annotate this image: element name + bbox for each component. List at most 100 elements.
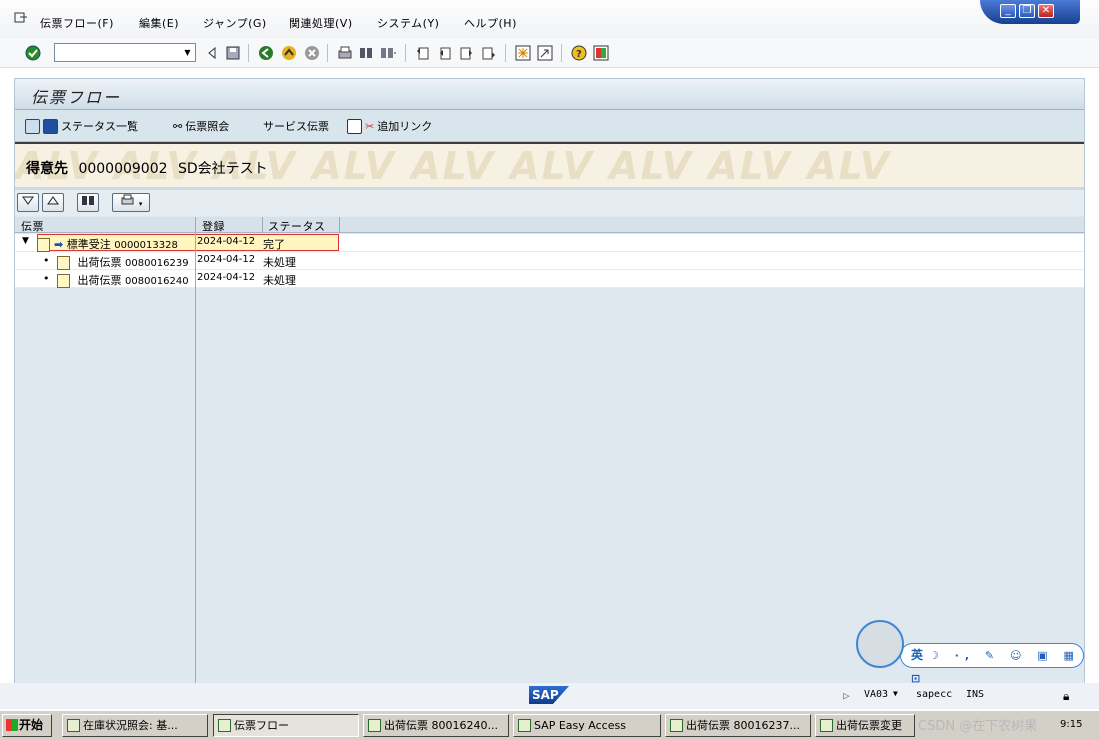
status-overview-button[interactable]: ステータス一覧 xyxy=(25,118,138,134)
help-icon[interactable]: ? xyxy=(571,45,587,61)
document-cell: 出荷伝票 0080016240 xyxy=(57,272,189,288)
additional-links-button[interactable]: ✂ 追加リンク xyxy=(347,118,432,134)
create-session-icon[interactable] xyxy=(515,45,531,61)
status-cell: 未処理 xyxy=(263,256,296,269)
status-bar: SAP ▷ VA03 ▼ sapecc INS 🔒︎ xyxy=(0,683,1099,709)
glasses-icon: ⚯ xyxy=(173,119,183,133)
csdn-watermark: CSDN @在下农树果 xyxy=(918,719,1038,734)
column-status[interactable]: ステータス xyxy=(268,218,326,234)
tree-row-delivery[interactable]: • 出荷伝票 0080016240 2024-04-12 未処理 xyxy=(15,270,1084,288)
tree-row-sales-order[interactable]: ▼ ➡ 標準受注 0000013328 2024-04-12 完了 xyxy=(15,234,1084,252)
ime-language[interactable]: 英 xyxy=(911,648,929,662)
ime-widget[interactable]: 英☽ ·, ✎ ☺ ▣ ▦ ⊡ xyxy=(856,620,1084,685)
chevron-down-icon[interactable]: ▼ xyxy=(180,44,195,61)
arrow-right-icon: ➡ xyxy=(54,238,64,251)
menu-jump[interactable]: ジャンプ(G) xyxy=(203,15,267,31)
back-icon[interactable] xyxy=(258,45,274,61)
taskbar-item[interactable]: 出荷伝票 80016237... xyxy=(665,714,811,737)
column-document[interactable]: 伝票 xyxy=(21,218,44,234)
last-page-icon[interactable] xyxy=(481,45,497,61)
application-toolbar: ステータス一覧 ⚯ 伝票照会 サービス伝票 ✂ 追加リンク xyxy=(15,110,1084,142)
toolbar-separator xyxy=(505,44,506,62)
find-icon[interactable] xyxy=(358,45,374,61)
expand-all-button[interactable] xyxy=(17,193,39,212)
menu-edit[interactable]: 編集(E) xyxy=(139,15,179,31)
status-cell: 完了 xyxy=(263,238,285,251)
tree-expand-icon[interactable]: ▼ xyxy=(22,236,29,246)
back-arrow-icon[interactable] xyxy=(204,45,220,61)
print-menu-button[interactable]: ▾ xyxy=(112,193,150,212)
start-label: 开始 xyxy=(19,718,44,732)
transaction-code: VA03 xyxy=(864,689,889,700)
tree-row-delivery[interactable]: • 出荷伝票 0080016239 2024-04-12 未処理 xyxy=(15,252,1084,270)
restore-button[interactable]: ❐ xyxy=(1019,4,1035,18)
task-label: 在庫状況照会: 基... xyxy=(83,719,178,732)
sap-window-icon xyxy=(67,719,80,732)
tree-column-divider xyxy=(195,233,196,683)
exit-icon[interactable] xyxy=(281,45,297,61)
start-button[interactable]: 开始 xyxy=(2,714,52,737)
menu-system[interactable]: システム(Y) xyxy=(377,15,439,31)
bullet-icon: • xyxy=(43,272,50,285)
customer-label: 得意先 xyxy=(26,161,68,177)
command-field[interactable]: ▼ xyxy=(54,43,196,62)
cancel-icon[interactable] xyxy=(304,45,320,61)
sap-logo: SAP xyxy=(529,686,569,704)
taskbar-item[interactable]: 出荷伝票 80016240... xyxy=(363,714,509,737)
chart-icon xyxy=(347,118,362,134)
clock: 9:15 xyxy=(1060,719,1083,730)
taskbar-item[interactable]: 在庫状況照会: 基... xyxy=(62,714,208,737)
next-page-icon[interactable] xyxy=(459,45,475,61)
column-header: 伝票 登録 ステータス xyxy=(15,217,1084,233)
enter-icon[interactable] xyxy=(25,45,41,61)
menu-related[interactable]: 関連処理(V) xyxy=(289,15,353,31)
doc-number: 0080016239 xyxy=(125,258,189,269)
system-menu-icon[interactable] xyxy=(14,12,28,24)
column-divider[interactable] xyxy=(195,217,196,233)
minimize-button[interactable]: _ xyxy=(1000,4,1016,18)
toolbar-separator xyxy=(327,44,328,62)
bullet-icon: • xyxy=(43,254,50,267)
standard-toolbar: ▼ ? xyxy=(0,38,1099,68)
date-cell: 2024-04-12 xyxy=(197,236,256,247)
tree-toolbar: ▾ xyxy=(15,190,1084,216)
column-divider[interactable] xyxy=(262,217,263,233)
shortcut-icon[interactable] xyxy=(537,45,553,61)
printer-icon xyxy=(121,194,134,205)
doc-type: 出荷伝票 xyxy=(77,256,122,269)
status-toggle-icon[interactable]: ▷ xyxy=(843,689,850,702)
print-icon[interactable] xyxy=(337,45,353,61)
menu-help[interactable]: ヘルプ(H) xyxy=(464,15,517,31)
task-label: 出荷伝票 80016240... xyxy=(384,719,498,732)
chevron-down-icon[interactable]: ▼ xyxy=(893,689,898,698)
save-icon[interactable] xyxy=(225,45,241,61)
service-documents-label: サービス伝票 xyxy=(263,120,329,133)
taskbar-item[interactable]: SAP Easy Access xyxy=(513,714,661,737)
taskbar-item[interactable]: 出荷伝票変更 xyxy=(815,714,915,737)
document-cell: ➡ 標準受注 0000013328 xyxy=(37,236,178,252)
document-icon xyxy=(37,238,50,252)
taskbar-item-active[interactable]: 伝票フロー xyxy=(213,714,359,737)
menu-document-flow[interactable]: 伝票フロー(F) xyxy=(40,15,114,31)
service-documents-button[interactable]: サービス伝票 xyxy=(263,118,329,134)
document-flow-tree: 伝票 登録 ステータス ▼ ➡ 標準受注 0000013328 2024-04-… xyxy=(15,217,1084,683)
find-next-icon[interactable] xyxy=(380,45,396,61)
document-icon xyxy=(57,256,70,270)
collapse-all-button[interactable] xyxy=(42,193,64,212)
ime-toolbar[interactable]: 英☽ ·, ✎ ☺ ▣ ▦ ⊡ xyxy=(900,643,1084,685)
document-display-button[interactable]: ⚯ 伝票照会 xyxy=(173,118,229,134)
previous-page-icon[interactable] xyxy=(437,45,453,61)
insert-mode: INS xyxy=(966,689,985,700)
doc-number: 0000013328 xyxy=(114,240,178,251)
customize-layout-icon[interactable] xyxy=(593,45,609,61)
sap-window-icon xyxy=(218,719,231,732)
ime-avatar-icon[interactable] xyxy=(856,620,904,668)
date-cell: 2024-04-12 xyxy=(197,272,256,283)
first-page-icon[interactable] xyxy=(415,45,431,61)
document-icon xyxy=(57,274,70,288)
document-display-label: 伝票照会 xyxy=(185,120,230,133)
close-button[interactable]: ✕ xyxy=(1038,4,1054,18)
column-divider[interactable] xyxy=(339,217,340,233)
column-date[interactable]: 登録 xyxy=(202,218,225,234)
find-button[interactable] xyxy=(77,193,99,212)
